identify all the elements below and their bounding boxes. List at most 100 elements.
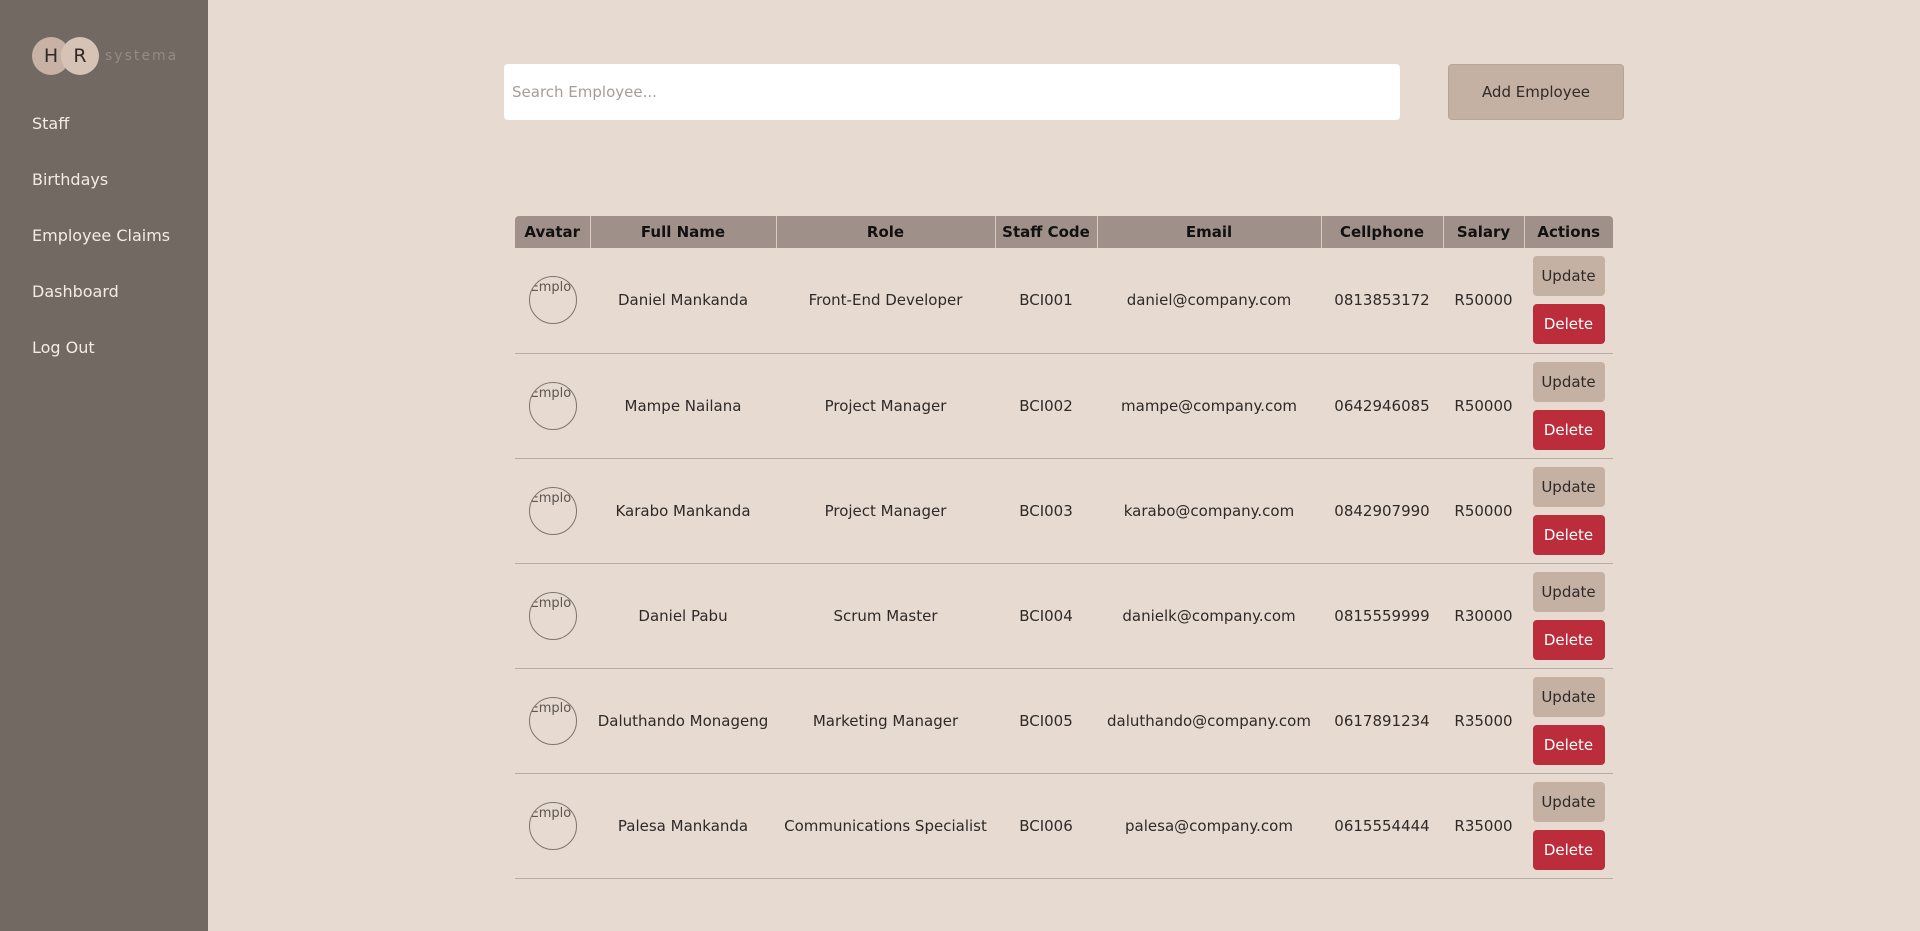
update-button[interactable]: Update <box>1532 256 1605 297</box>
avatar-cell: Emplo <box>515 563 590 668</box>
add-employee-button[interactable]: Add Employee <box>1448 64 1624 120</box>
table-row: Emplo Palesa Mankanda Communications Spe… <box>515 773 1613 878</box>
table-row: Emplo Mampe Nailana Project Manager BCI0… <box>515 353 1613 458</box>
salary-cell: R30000 <box>1454 606 1513 625</box>
staff-code-cell: BCI001 <box>1019 291 1073 310</box>
row-actions: Update Delete <box>1530 781 1607 870</box>
row-actions: Update Delete <box>1530 256 1607 345</box>
avatar-cell: Emplo <box>515 458 590 563</box>
delete-button[interactable]: Delete <box>1532 619 1605 660</box>
cellphone-cell: 0617891234 <box>1334 711 1430 730</box>
delete-button[interactable]: Delete <box>1532 514 1605 555</box>
actions-cell: Update Delete <box>1524 248 1613 353</box>
email-cell: daluthando@company.com <box>1107 711 1311 730</box>
table-row: Emplo Daluthando Monageng Marketing Mana… <box>515 668 1613 773</box>
actions-cell: Update Delete <box>1524 458 1613 563</box>
table-header-row: Avatar Full Name Role Staff Code Email C… <box>515 216 1613 248</box>
header-staff-code: Staff Code <box>994 216 1097 248</box>
cellphone-cell: 0813853172 <box>1334 291 1430 310</box>
row-actions: Update Delete <box>1530 571 1607 660</box>
avatar: Emplo <box>528 486 577 535</box>
email-cell: palesa@company.com <box>1125 816 1293 835</box>
actions-cell: Update Delete <box>1524 563 1613 668</box>
header-actions: Actions <box>1523 216 1613 248</box>
sidebar-item-log-out[interactable]: Log Out <box>32 337 170 393</box>
avatar-cell: Emplo <box>515 668 590 773</box>
delete-button[interactable]: Delete <box>1532 829 1605 870</box>
header-avatar: Avatar <box>515 216 590 248</box>
table-row: Emplo Daniel Mankanda Front-End Develope… <box>515 248 1613 353</box>
salary-cell: R50000 <box>1454 291 1513 310</box>
staff-code-cell: BCI004 <box>1019 606 1073 625</box>
sidebar-item-birthdays[interactable]: Birthdays <box>32 169 170 225</box>
avatar: Emplo <box>528 276 577 325</box>
avatar-cell: Emplo <box>515 353 590 458</box>
row-actions: Update Delete <box>1530 676 1607 765</box>
full-name-cell: Daniel Pabu <box>638 606 728 625</box>
email-cell: daniel@company.com <box>1126 291 1292 310</box>
sidebar-item-employee-claims[interactable]: Employee Claims <box>32 225 170 281</box>
staff-code-cell: BCI002 <box>1019 396 1073 415</box>
logo[interactable]: H R systema <box>32 37 178 75</box>
full-name-cell: Karabo Mankanda <box>615 501 751 520</box>
delete-button[interactable]: Delete <box>1532 304 1605 345</box>
actions-cell: Update Delete <box>1524 668 1613 773</box>
row-actions: Update Delete <box>1530 361 1607 450</box>
avatar: Emplo <box>528 801 577 850</box>
actions-cell: Update Delete <box>1524 353 1613 458</box>
cellphone-cell: 0642946085 <box>1334 396 1430 415</box>
avatar: Emplo <box>528 381 577 430</box>
avatar-cell: Emplo <box>515 248 590 353</box>
avatar: Emplo <box>528 591 577 640</box>
sidebar: H R systema Staff Birthdays Employee Cla… <box>0 0 208 931</box>
cellphone-cell: 0815559999 <box>1334 606 1430 625</box>
full-name-cell: Palesa Mankanda <box>617 816 749 835</box>
full-name-cell: Mampe Nailana <box>624 396 742 415</box>
role-cell: Project Manager <box>824 501 947 520</box>
header-full-name: Full Name <box>589 216 776 248</box>
actions-cell: Update Delete <box>1524 773 1613 878</box>
search-input[interactable] <box>504 64 1400 120</box>
avatar-cell: Emplo <box>515 773 590 878</box>
avatar: Emplo <box>528 696 577 745</box>
salary-cell: R35000 <box>1454 816 1513 835</box>
staff-code-cell: BCI005 <box>1019 711 1073 730</box>
header-cellphone: Cellphone <box>1320 216 1443 248</box>
logo-letter-r: R <box>61 37 99 75</box>
role-cell: Scrum Master <box>833 606 938 625</box>
email-cell: karabo@company.com <box>1123 501 1295 520</box>
staff-code-cell: BCI003 <box>1019 501 1073 520</box>
update-button[interactable]: Update <box>1532 676 1605 717</box>
role-cell: Front-End Developer <box>808 291 963 310</box>
role-cell: Communications Specialist <box>784 816 987 835</box>
header-salary: Salary <box>1442 216 1524 248</box>
header-email: Email <box>1096 216 1321 248</box>
update-button[interactable]: Update <box>1532 466 1605 507</box>
role-cell: Project Manager <box>824 396 947 415</box>
table-row: Emplo Karabo Mankanda Project Manager BC… <box>515 458 1613 563</box>
email-cell: danielk@company.com <box>1122 606 1296 625</box>
role-cell: Marketing Manager <box>812 711 959 730</box>
update-button[interactable]: Update <box>1532 781 1605 822</box>
email-cell: mampe@company.com <box>1121 396 1297 415</box>
staff-code-cell: BCI006 <box>1019 816 1073 835</box>
delete-button[interactable]: Delete <box>1532 409 1605 450</box>
delete-button[interactable]: Delete <box>1532 724 1605 765</box>
logo-text: systema <box>105 48 179 64</box>
header-role: Role <box>775 216 995 248</box>
sidebar-nav: Staff Birthdays Employee Claims Dashboar… <box>32 113 170 393</box>
cellphone-cell: 0842907990 <box>1334 501 1430 520</box>
salary-cell: R50000 <box>1454 396 1513 415</box>
full-name-cell: Daluthando Monageng <box>597 711 769 730</box>
sidebar-item-staff[interactable]: Staff <box>32 113 170 169</box>
table-row: Emplo Daniel Pabu Scrum Master BCI004 da… <box>515 563 1613 668</box>
employee-table: Avatar Full Name Role Staff Code Email C… <box>515 216 1613 879</box>
cellphone-cell: 0615554444 <box>1334 816 1430 835</box>
salary-cell: R50000 <box>1454 501 1513 520</box>
update-button[interactable]: Update <box>1532 361 1605 402</box>
row-actions: Update Delete <box>1530 466 1607 555</box>
full-name-cell: Daniel Mankanda <box>617 291 749 310</box>
salary-cell: R35000 <box>1454 711 1513 730</box>
update-button[interactable]: Update <box>1532 571 1605 612</box>
sidebar-item-dashboard[interactable]: Dashboard <box>32 281 170 337</box>
